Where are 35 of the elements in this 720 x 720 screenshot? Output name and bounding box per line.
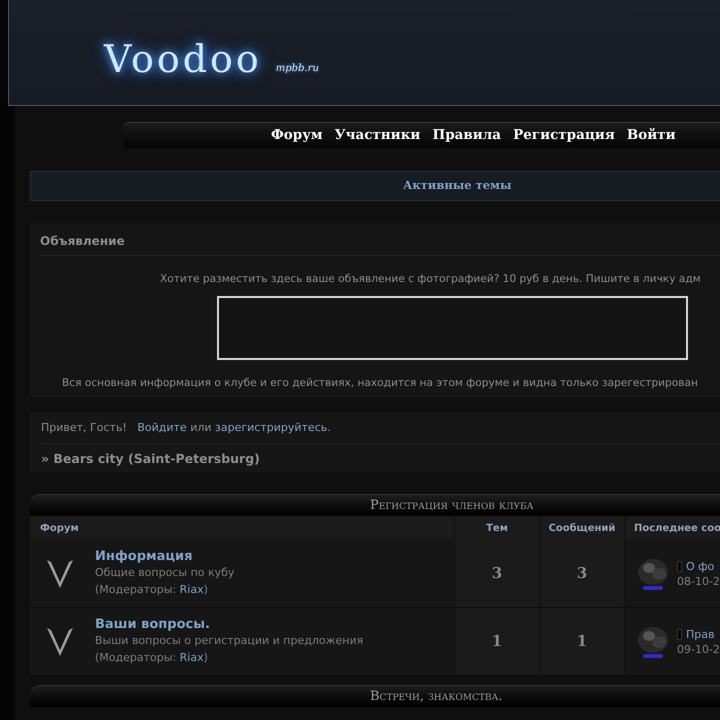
last-post-date: 09-10-2: [677, 642, 720, 656]
nav-link[interactable]: Правила: [432, 125, 502, 146]
greeting-text: Привет, Гость! Войдите или зарегистрируйтесь.: [41, 420, 720, 444]
announcement-text: Хотите разместить здесь ваше объявление с фотографией? 10 руб в день. Пишите в личку адм: [159, 272, 702, 287]
breadcrumb[interactable]: » Bears city (Saint-Petersburg): [41, 450, 720, 468]
last-post-link[interactable]: О фо: [686, 558, 714, 574]
posts-count: 3: [576, 563, 588, 584]
announcement-title: Объявление: [40, 233, 720, 256]
moderator-link[interactable]: Riax: [180, 582, 204, 596]
nav-link[interactable]: Войти: [626, 125, 676, 146]
topic-icon: [677, 560, 682, 572]
moderators-text: (Модераторы: Riax): [95, 582, 209, 598]
topic-icon: [677, 628, 682, 640]
forum-title-link[interactable]: Ваши вопросы.: [95, 616, 364, 632]
forum-description: Общие вопросы по кубу: [95, 564, 234, 580]
last-post-link[interactable]: Прав: [686, 626, 714, 642]
category-title: Регистрация членов клуба: [370, 496, 534, 515]
last-post-date: 08-10-2: [677, 574, 720, 588]
active-topics-link[interactable]: Активные темы: [403, 177, 512, 195]
register-link[interactable]: зарегистрируйтесь: [215, 421, 328, 434]
forum-title-link[interactable]: Информация: [95, 548, 234, 564]
forum-description: Выши вопросы о регистрации и предложения: [95, 632, 364, 648]
announcement-note: Вся основная информация о клубе и его действиях, находится на этом форуме и видна только зарегестрирован: [61, 376, 699, 391]
login-link[interactable]: Войдите: [137, 421, 187, 434]
topics-count: 3: [492, 563, 502, 584]
nav-link[interactable]: Участники: [334, 125, 420, 146]
nav-link[interactable]: Форум: [271, 125, 323, 146]
topics-count: 1: [492, 631, 502, 652]
logo-domain: mpbb.ru: [276, 62, 319, 76]
nav-link[interactable]: Регистрация: [513, 125, 615, 146]
posts-count: 1: [576, 631, 588, 652]
category-title: Встречи, знакомства.: [370, 688, 502, 706]
moderators-text: (Модераторы: Riax): [95, 650, 209, 666]
logo-text[interactable]: Voodoo: [104, 40, 262, 78]
moderator-link[interactable]: Riax: [180, 650, 204, 664]
